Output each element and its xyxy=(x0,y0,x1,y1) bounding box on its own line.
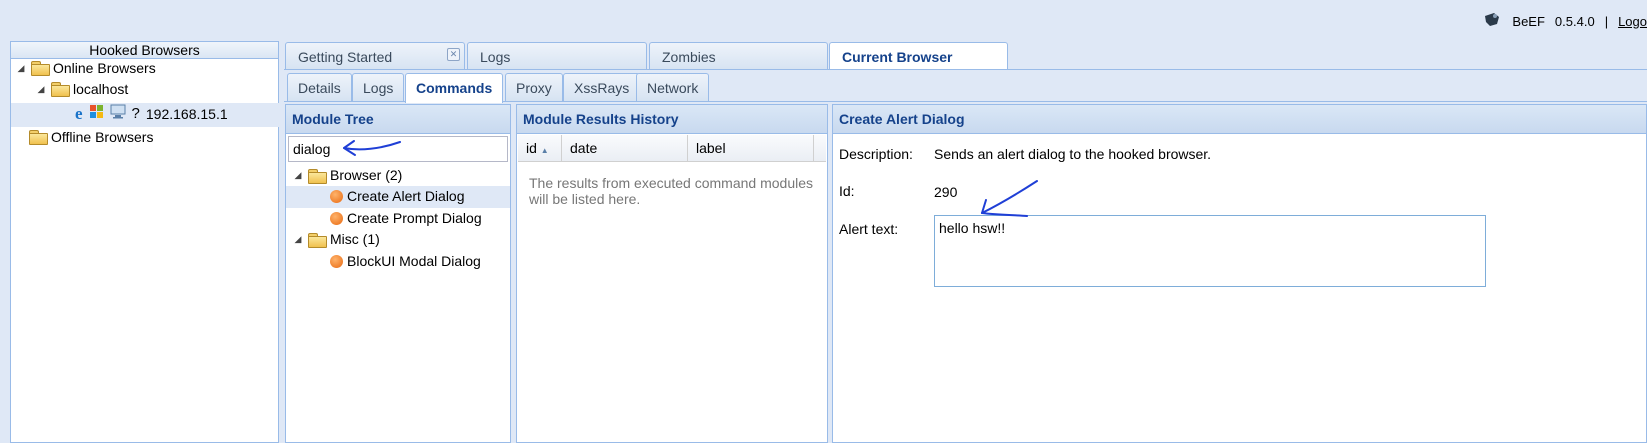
tab-label: Getting Started xyxy=(298,49,393,65)
close-icon[interactable]: ✕ xyxy=(447,48,460,61)
module-item-create-alert-dialog[interactable]: Create Alert Dialog xyxy=(330,186,465,207)
computer-icon xyxy=(110,104,126,124)
module-tree-title: Module Tree xyxy=(286,105,510,134)
tab-label: Current Browser xyxy=(842,49,953,65)
expand-triangle-icon[interactable]: ◢ xyxy=(292,165,304,186)
app-version: 0.5.4.0 xyxy=(1554,13,1595,29)
module-results-panel: Module Results History id ▲ date label T… xyxy=(516,104,828,443)
empty-results-message: The results from executed command module… xyxy=(529,175,814,207)
column-header-date[interactable]: date xyxy=(562,135,688,161)
description-value: Sends an alert dialog to the hooked brow… xyxy=(934,146,1212,162)
alert-text-label: Alert text: xyxy=(839,221,899,237)
expand-triangle-icon[interactable]: ◢ xyxy=(292,229,304,250)
subtab-network[interactable]: Network xyxy=(636,73,710,101)
tree-node-offline[interactable]: Offline Browsers xyxy=(29,127,153,147)
id-label: Id: xyxy=(839,183,855,199)
beef-logo-icon xyxy=(1482,10,1502,33)
tab-label: Logs xyxy=(480,49,511,65)
group-label: Browser (2) xyxy=(330,167,403,183)
alert-text-input[interactable]: hello hsw!! xyxy=(934,215,1486,287)
module-item-blockui-modal-dialog[interactable]: BlockUI Modal Dialog xyxy=(330,251,481,272)
module-status-icon xyxy=(330,212,343,225)
module-group-misc[interactable]: ◢ Misc (1) xyxy=(292,229,380,250)
brand-area: BeEF 0.5.4.0 | Logo xyxy=(1482,10,1647,32)
subtab-commands[interactable]: Commands xyxy=(405,73,504,103)
column-label: id xyxy=(526,140,537,156)
module-label: BlockUI Modal Dialog xyxy=(347,253,481,269)
module-results-title: Module Results History xyxy=(517,105,827,134)
browser-ip-label: 192.168.15.1 xyxy=(145,106,228,122)
module-status-icon xyxy=(330,255,343,268)
separator: | xyxy=(1604,13,1609,29)
group-label: Misc (1) xyxy=(330,231,380,247)
description-label: Description: xyxy=(839,146,913,162)
module-search-input[interactable] xyxy=(288,136,508,162)
app-name: BeEF xyxy=(1512,13,1545,29)
module-detail-panel: Create Alert Dialog Description: Sends a… xyxy=(832,104,1647,443)
unknown-icon: ? xyxy=(131,105,140,122)
offline-browsers-label: Offline Browsers xyxy=(51,129,154,145)
folder-icon xyxy=(51,82,70,97)
module-tree-panel: Module Tree ◢ Browser (2) Create Alert D… xyxy=(285,104,511,443)
module-status-icon xyxy=(330,190,343,203)
module-group-browser[interactable]: ◢ Browser (2) xyxy=(292,165,402,186)
subtab-details[interactable]: Details xyxy=(287,73,352,101)
column-header-label[interactable]: label xyxy=(688,135,814,161)
logout-link[interactable]: Logo xyxy=(1618,14,1647,29)
expand-triangle-icon[interactable]: ◢ xyxy=(35,79,47,99)
subtab-logs[interactable]: Logs xyxy=(352,73,405,101)
id-value: 290 xyxy=(934,184,958,200)
subtab-proxy[interactable]: Proxy xyxy=(505,73,563,101)
tree-node-browser[interactable]: e ? 192.168.15.1 xyxy=(75,104,228,124)
sort-ascending-icon: ▲ xyxy=(540,146,549,155)
tree-node-online[interactable]: ◢ Online Browsers xyxy=(15,58,156,78)
folder-icon xyxy=(308,168,327,184)
hooked-browsers-title: Hooked Browsers xyxy=(11,42,278,59)
expand-triangle-icon[interactable]: ◢ xyxy=(15,58,27,78)
folder-icon xyxy=(308,232,327,248)
module-label: Create Alert Dialog xyxy=(347,188,465,204)
top-bar xyxy=(0,0,1647,42)
localhost-label: localhost xyxy=(73,81,129,97)
ie-icon: e xyxy=(75,104,83,123)
module-detail-title: Create Alert Dialog xyxy=(833,105,1646,134)
folder-icon xyxy=(31,61,50,76)
module-item-create-prompt-dialog[interactable]: Create Prompt Dialog xyxy=(330,208,482,229)
module-label: Create Prompt Dialog xyxy=(347,210,482,226)
tab-logs[interactable]: Logs xyxy=(467,42,647,70)
hooked-browsers-panel: Hooked Browsers ◢ Online Browsers ◢ loca… xyxy=(10,41,279,443)
tree-node-localhost[interactable]: ◢ localhost xyxy=(35,79,128,99)
tab-label: Zombies xyxy=(662,49,716,65)
subtab-xssrays[interactable]: XssRays xyxy=(563,73,641,101)
tab-current-browser[interactable]: Current Browser xyxy=(829,42,1008,70)
column-header-id[interactable]: id ▲ xyxy=(518,135,562,161)
tab-zombies[interactable]: Zombies xyxy=(649,42,828,70)
folder-icon xyxy=(29,130,48,145)
windows-icon xyxy=(89,104,104,124)
results-grid-header: id ▲ date label xyxy=(518,135,826,162)
online-browsers-label: Online Browsers xyxy=(53,60,156,76)
tab-getting-started[interactable]: Getting Started ✕ xyxy=(285,42,465,70)
